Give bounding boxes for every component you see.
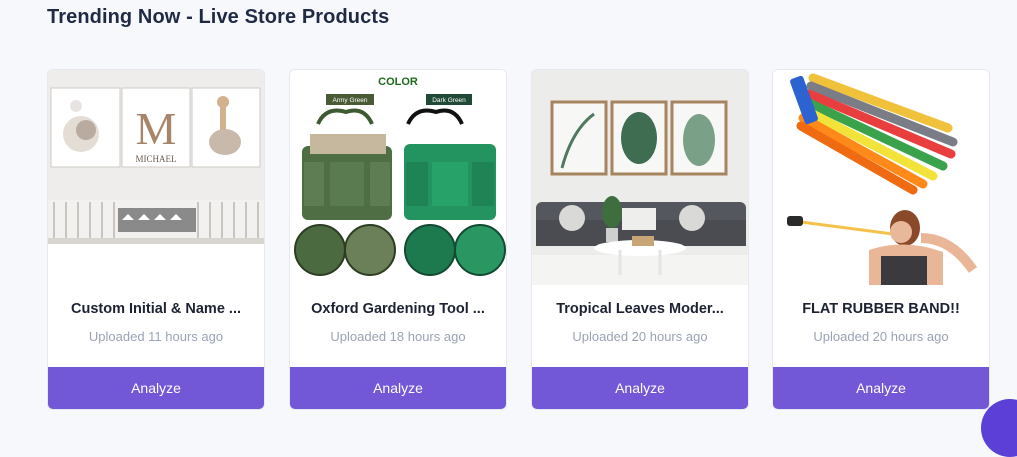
product-title: Custom Initial & Name ... (48, 301, 264, 317)
upload-time: Uploaded 20 hours ago (773, 329, 989, 344)
product-card[interactable]: Tropical Leaves Moder... Uploaded 20 hou… (531, 69, 749, 410)
product-title: Oxford Gardening Tool ... (290, 301, 506, 317)
analyze-button[interactable]: Analyze (532, 367, 748, 409)
analyze-button[interactable]: Analyze (290, 367, 506, 409)
product-image[interactable] (773, 70, 989, 285)
image-label-dark: Dark Green (432, 97, 466, 104)
svg-text:M: M (136, 103, 177, 154)
product-image[interactable] (532, 70, 748, 285)
upload-time: Uploaded 11 hours ago (48, 329, 264, 344)
product-image[interactable]: COLOR Army Green Dark Green (290, 70, 506, 285)
product-title: Tropical Leaves Moder... (532, 301, 748, 317)
product-card[interactable]: FLAT RUBBER BAND!! Uploaded 20 hours ago… (772, 69, 990, 410)
upload-time: Uploaded 18 hours ago (290, 329, 506, 344)
frame-name-text: MICHAEL (136, 154, 177, 164)
image-label-army: Army Green (332, 97, 367, 104)
product-card[interactable]: COLOR Army Green Dark Green (289, 69, 507, 410)
product-card[interactable]: M MICHAEL (47, 69, 265, 410)
image-color-heading: COLOR (378, 76, 418, 88)
product-image[interactable]: M MICHAEL (48, 70, 264, 285)
analyze-button[interactable]: Analyze (48, 367, 264, 409)
section-title: Trending Now - Live Store Products (47, 6, 389, 29)
product-title: FLAT RUBBER BAND!! (773, 301, 989, 317)
product-card-list: M MICHAEL (47, 69, 990, 411)
upload-time: Uploaded 20 hours ago (532, 329, 748, 344)
analyze-button[interactable]: Analyze (773, 367, 989, 409)
